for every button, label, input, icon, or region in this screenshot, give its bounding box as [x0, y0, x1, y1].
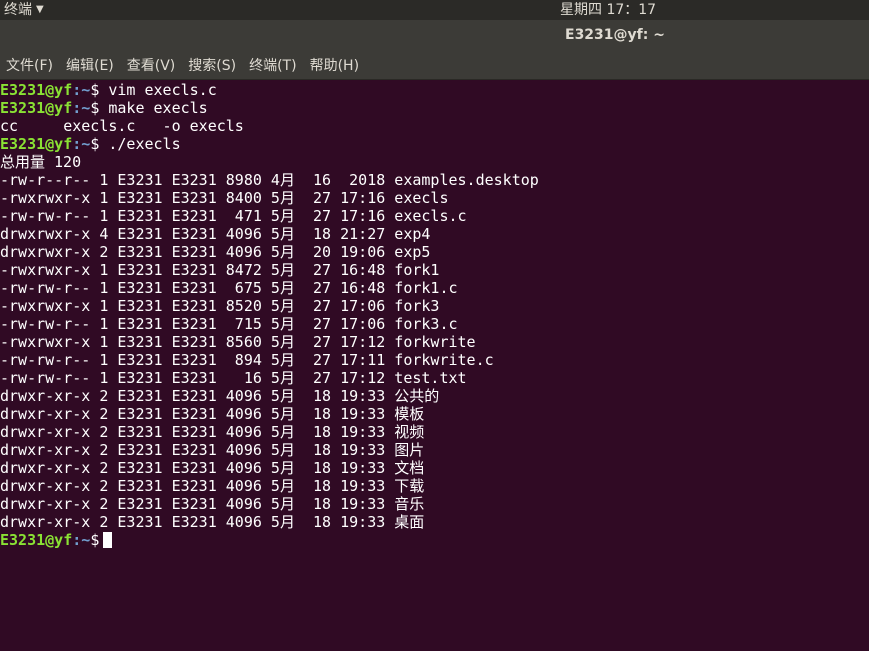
make-output-line: cc execls.c -o execls — [0, 117, 244, 135]
command-line: E3231@yf:~$ make execls — [0, 99, 869, 117]
menu-search[interactable]: 搜索(S) — [188, 55, 236, 75]
prompt-user: E3231@yf — [0, 99, 73, 117]
total-line: 总用量 120 — [0, 153, 82, 171]
app-menu-label: 终端 — [4, 2, 32, 18]
listing-row: -rwxrwxr-x 1 E3231 E3231 8520 5月 27 17:0… — [0, 297, 440, 315]
terminal-output[interactable]: E3231@yf:~$ vim execls.c E3231@yf:~$ mak… — [0, 80, 869, 651]
clock[interactable]: 星期四 17：17 — [560, 0, 656, 20]
prompt-path: :~ — [72, 81, 91, 99]
menu-edit[interactable]: 编辑(E) — [66, 55, 114, 75]
menu-terminal[interactable]: 终端(T) — [249, 55, 296, 75]
prompt-symbol: $ — [90, 99, 100, 117]
listing-row: -rw-rw-r-- 1 E3231 E3231 715 5月 27 17:06… — [0, 315, 458, 333]
listing-row: drwxr-xr-x 2 E3231 E3231 4096 5月 18 19:3… — [0, 405, 425, 423]
prompt-user: E3231@yf — [0, 81, 73, 99]
menu-bar: 文件(F) 编辑(E) 查看(V) 搜索(S) 终端(T) 帮助(H) — [0, 50, 869, 80]
listing-row: drwxr-xr-x 2 E3231 E3231 4096 5月 18 19:3… — [0, 459, 425, 477]
menu-view[interactable]: 查看(V) — [127, 55, 176, 75]
listing-row: -rwxrwxr-x 1 E3231 E3231 8400 5月 27 17:1… — [0, 189, 449, 207]
listing-row: -rw-rw-r-- 1 E3231 E3231 471 5月 27 17:16… — [0, 207, 467, 225]
prompt-user: E3231@yf — [0, 135, 73, 153]
prompt-symbol: $ — [90, 135, 100, 153]
listing-row: drwxr-xr-x 2 E3231 E3231 4096 5月 18 19:3… — [0, 387, 440, 405]
command-line: E3231@yf:~$ vim execls.c — [0, 81, 869, 99]
listing-row: drwxr-xr-x 2 E3231 E3231 4096 5月 18 19:3… — [0, 495, 425, 513]
menu-help[interactable]: 帮助(H) — [310, 55, 359, 75]
current-prompt-line[interactable]: E3231@yf:~$ — [0, 531, 869, 549]
prompt-symbol: $ — [90, 531, 100, 549]
command-text: vim execls.c — [99, 81, 217, 99]
prompt-path: :~ — [72, 531, 91, 549]
listing-row: drwxrwxr-x 4 E3231 E3231 4096 5月 18 21:2… — [0, 225, 431, 243]
caret-down-icon: ▼ — [36, 4, 44, 15]
prompt-symbol: $ — [90, 81, 100, 99]
listing-row: drwxr-xr-x 2 E3231 E3231 4096 5月 18 19:3… — [0, 423, 425, 441]
listing-row: drwxr-xr-x 2 E3231 E3231 4096 5月 18 19:3… — [0, 477, 425, 495]
command-text: ./execls — [99, 135, 181, 153]
app-menu[interactable]: 终端 ▼ — [4, 0, 44, 20]
top-panel: 终端 ▼ 星期四 17：17 — [0, 0, 869, 20]
listing-row: -rw-rw-r-- 1 E3231 E3231 16 5月 27 17:12 … — [0, 369, 467, 387]
listing-row: -rw-rw-r-- 1 E3231 E3231 675 5月 27 16:48… — [0, 279, 458, 297]
prompt-path: :~ — [72, 135, 91, 153]
window-title: E3231@yf: ~ — [565, 27, 665, 43]
prompt-path: :~ — [72, 99, 91, 117]
command-text: make execls — [99, 99, 208, 117]
listing-row: -rw-rw-r-- 1 E3231 E3231 894 5月 27 17:11… — [0, 351, 494, 369]
listing-row: drwxrwxr-x 2 E3231 E3231 4096 5月 20 19:0… — [0, 243, 431, 261]
listing-row: drwxr-xr-x 2 E3231 E3231 4096 5月 18 19:3… — [0, 513, 425, 531]
listing-row: -rw-r--r-- 1 E3231 E3231 8980 4月 16 2018… — [0, 171, 539, 189]
prompt-user: E3231@yf — [0, 531, 73, 549]
listing-row: drwxr-xr-x 2 E3231 E3231 4096 5月 18 19:3… — [0, 441, 425, 459]
window-titlebar[interactable]: E3231@yf: ~ — [0, 20, 869, 50]
listing-row: -rwxrwxr-x 1 E3231 E3231 8560 5月 27 17:1… — [0, 333, 476, 351]
command-line: E3231@yf:~$ ./execls — [0, 135, 869, 153]
text-cursor — [103, 532, 113, 548]
menu-file[interactable]: 文件(F) — [6, 55, 53, 75]
listing-row: -rwxrwxr-x 1 E3231 E3231 8472 5月 27 16:4… — [0, 261, 440, 279]
